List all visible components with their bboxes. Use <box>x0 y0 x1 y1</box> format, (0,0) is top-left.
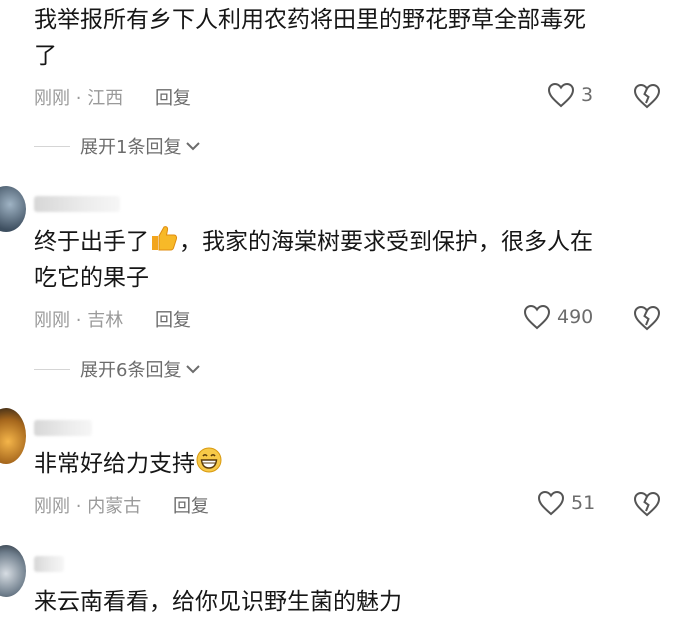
comment-2-text: 终于出手了 ，我家的海棠树要求受到保护，很多人在 吃它的果子 <box>34 224 674 296</box>
expand-replies-1[interactable]: 展开1条回复 <box>34 133 201 159</box>
expand-label: 展开1条回复 <box>80 137 182 158</box>
comment-1-meta: 刚刚 · 江西 回复 <box>34 88 191 109</box>
comment-time: 刚刚 <box>34 88 70 109</box>
like-button[interactable]: 490 <box>523 304 593 330</box>
thumbs-up-icon <box>152 226 178 251</box>
comment-time: 刚刚 <box>34 310 70 331</box>
divider-line <box>34 145 70 147</box>
avatar[interactable] <box>0 186 26 232</box>
comment-location: 内蒙古 <box>87 496 142 517</box>
comment-3-text: 非常好给力支持 <box>34 446 674 482</box>
heart-icon <box>547 82 575 108</box>
dislike-button[interactable] <box>633 83 661 113</box>
broken-heart-icon <box>633 491 661 517</box>
avatar[interactable] <box>0 408 26 464</box>
username[interactable] <box>34 556 64 572</box>
expand-label: 展开6条回复 <box>80 360 182 381</box>
like-count: 3 <box>581 84 594 106</box>
comment-time: 刚刚 <box>34 496 70 517</box>
comment-location: 江西 <box>87 88 124 109</box>
divider-line <box>34 368 70 370</box>
grinning-face-icon <box>196 447 222 473</box>
like-count: 490 <box>557 306 594 328</box>
broken-heart-icon <box>633 83 661 109</box>
comment-location: 吉林 <box>87 310 124 331</box>
like-count: 51 <box>571 492 596 514</box>
broken-heart-icon <box>633 305 661 331</box>
username[interactable] <box>34 420 92 436</box>
comment-1-text: 我举报所有乡下人利用农药将田里的野花野草全部毒死 了 <box>34 7 586 69</box>
reply-button[interactable]: 回复 <box>155 310 191 331</box>
username[interactable] <box>34 196 120 212</box>
comment-3-meta: 刚刚 · 内蒙古 回复 <box>34 496 209 517</box>
dislike-button[interactable] <box>633 491 661 521</box>
like-button[interactable]: 51 <box>537 490 595 516</box>
chevron-down-icon <box>186 365 201 374</box>
chevron-down-icon <box>186 142 201 151</box>
expand-replies-2[interactable]: 展开6条回复 <box>34 356 201 382</box>
dislike-button[interactable] <box>633 305 661 335</box>
reply-button[interactable]: 回复 <box>155 88 191 109</box>
reply-button[interactable]: 回复 <box>173 496 209 517</box>
like-button[interactable]: 3 <box>547 82 593 108</box>
avatar[interactable] <box>0 545 26 597</box>
heart-icon <box>523 304 551 330</box>
comment-2-meta: 刚刚 · 吉林 回复 <box>34 310 191 331</box>
heart-icon <box>537 490 565 516</box>
